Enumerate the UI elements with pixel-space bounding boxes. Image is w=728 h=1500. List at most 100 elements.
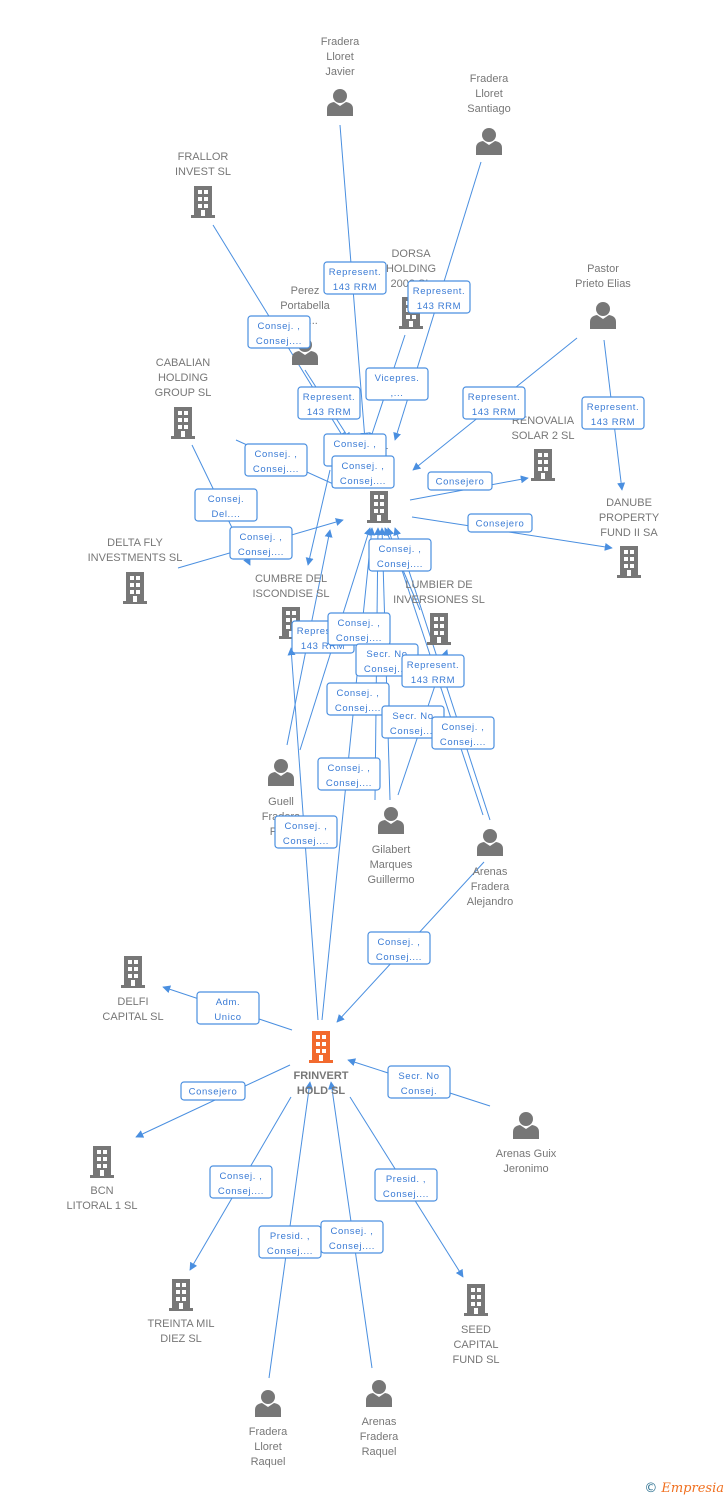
node-fradera-santiago[interactable]: Fradera Lloret Santiago xyxy=(467,73,511,155)
relationship-label[interactable]: Represent. 143 RRM xyxy=(323,261,387,295)
relationship-label[interactable]: Consej. , Consej.... xyxy=(367,931,431,965)
node-label: CAPITAL SL xyxy=(102,1011,163,1023)
relationship-label[interactable]: Consej. , Consej.... xyxy=(244,443,308,477)
relationship-label[interactable]: Consejero xyxy=(180,1081,246,1101)
node-label: ISCONDISE SL xyxy=(252,588,329,600)
relationship-label[interactable]: Consejero xyxy=(467,513,533,533)
relationship-label-text: Consej. , xyxy=(342,461,385,472)
node-label: Javier xyxy=(325,66,355,78)
relationship-label[interactable]: Consej. Del.... xyxy=(194,488,258,522)
node-arenas-guix[interactable]: Arenas Guix Jeronimo xyxy=(496,1112,557,1175)
person-icon xyxy=(477,829,503,856)
relationship-label-text: Consejero xyxy=(476,519,525,530)
node-danube[interactable]: DANUBE PROPERTY FUND II SA xyxy=(599,497,660,578)
person-icon xyxy=(268,759,294,786)
node-arenas-raquel[interactable]: Arenas Fradera Raquel xyxy=(360,1380,399,1458)
node-label: Fradera xyxy=(321,36,360,48)
relationship-label-text: Consej. , xyxy=(442,722,485,733)
relationship-label[interactable]: Consej. , Consej.... xyxy=(326,682,390,716)
relationship-label[interactable]: Consej. , Consej.... xyxy=(317,757,381,791)
relationship-label[interactable]: Consej. , Consej.... xyxy=(327,612,391,646)
node-cabalian[interactable]: CABALIAN HOLDING GROUP SL xyxy=(155,357,212,439)
node-fradera-raquel[interactable]: Fradera Lloret Raquel xyxy=(249,1390,288,1468)
relationship-label[interactable]: Consej. , Consej.... xyxy=(247,315,311,349)
relationship-label-text: Consej.... xyxy=(377,559,423,570)
node-label: SEED xyxy=(461,1324,491,1336)
node-label: Arenas xyxy=(362,1416,397,1428)
node-label: INVESTMENTS SL xyxy=(88,552,183,564)
relationship-label-text: Represent. xyxy=(407,660,459,671)
relationship-label-text: 143 RRM xyxy=(411,675,455,686)
relationship-label[interactable]: Consej. , Consej.... xyxy=(229,526,293,560)
building-icon xyxy=(169,1279,193,1311)
building-icon xyxy=(171,407,195,439)
node-delta[interactable]: DELTA FLY INVESTMENTS SL xyxy=(88,537,183,604)
relationship-label-text: Secr. No xyxy=(398,1071,439,1082)
building-icon xyxy=(367,491,391,523)
person-icon xyxy=(513,1112,539,1139)
node-label: FUND SL xyxy=(452,1354,499,1366)
relationship-label[interactable]: Represent. 143 RRM xyxy=(581,396,645,430)
relationship-label[interactable]: Consej. , Consej.... xyxy=(331,455,395,489)
relationship-label[interactable]: Adm. Unico xyxy=(196,991,260,1025)
person-icon xyxy=(590,302,616,329)
node-frinvert[interactable]: FRINVERT HOLD SL xyxy=(294,1031,349,1097)
relationship-label-text: Consej. , xyxy=(337,688,380,699)
node-arenas-alejandro[interactable]: Arenas Fradera Alejandro xyxy=(467,829,513,908)
relationship-label[interactable]: Represent. 143 RRM xyxy=(407,280,471,314)
relationship-label-text: Consejero xyxy=(436,477,485,488)
relationship-label[interactable]: Represent. 143 RRM xyxy=(462,386,526,420)
relationship-label-text: Consejero xyxy=(189,1087,238,1098)
node-seed[interactable]: SEED CAPITAL FUND SL xyxy=(452,1284,500,1366)
relationship-label-text: Consej.... xyxy=(376,952,422,963)
relationship-label-text: Consej. , xyxy=(334,439,377,450)
relationship-label[interactable]: Presid. , Consej.... xyxy=(374,1168,438,1202)
building-icon xyxy=(191,186,215,218)
node-bcn[interactable]: BCN LITORAL 1 SL xyxy=(67,1146,138,1212)
node-label: Guillermo xyxy=(367,874,414,886)
node-label: Santiago xyxy=(467,103,510,115)
building-icon xyxy=(617,546,641,578)
relationship-label[interactable]: Consej. , Consej.... xyxy=(431,716,495,750)
relationship-label[interactable]: Consej. , Consej.... xyxy=(368,538,432,572)
relationship-label[interactable]: Consej. , Consej.... xyxy=(320,1220,384,1254)
node-label: GROUP SL xyxy=(155,387,212,399)
relationship-label[interactable]: Consej. , Consej.... xyxy=(274,815,338,849)
node-label: INVEST SL xyxy=(175,166,231,178)
relationship-label[interactable]: Vicepres.,... xyxy=(365,367,429,401)
node-lumbier[interactable]: LUMBIER DE INVERSIONES SL xyxy=(393,579,485,645)
person-icon xyxy=(378,807,404,834)
node-label: DANUBE xyxy=(606,497,652,509)
node-label: CUMBRE DEL xyxy=(255,573,327,585)
building-icon xyxy=(427,613,451,645)
relationship-label[interactable]: Represent. 143 RRM xyxy=(297,386,361,420)
node-label: FRALLOR xyxy=(178,151,229,163)
node-gilabert[interactable]: Gilabert Marques Guillermo xyxy=(367,807,415,886)
relationship-label-text: Consej.... xyxy=(238,547,284,558)
relationship-label[interactable]: Presid. , Consej.... xyxy=(258,1225,322,1259)
relationship-label[interactable]: Represent. 143 RRM xyxy=(401,654,465,688)
relationship-label[interactable]: Consej. , Consej.... xyxy=(209,1165,273,1199)
relationship-label-text: 143 RRM xyxy=(472,407,516,418)
node-label: Marques xyxy=(370,859,413,871)
empresia-logo[interactable]: © Empresia xyxy=(644,1481,724,1496)
relationship-label[interactable]: Secr. No Consej. xyxy=(387,1065,451,1099)
node-label: Arenas Guix xyxy=(496,1148,557,1160)
relationship-label-text: Consej. , xyxy=(285,821,328,832)
node-label: HOLDING xyxy=(158,372,208,384)
node-label: Alejandro xyxy=(467,896,513,908)
relationship-label-text: 143 RRM xyxy=(591,417,635,428)
node-renovalia[interactable]: RENOVALIASOLAR 2 SL xyxy=(512,415,575,481)
relationship-label-text: Consej. , xyxy=(220,1171,263,1182)
node-delfi[interactable]: DELFI CAPITAL SL xyxy=(102,956,164,1023)
relationship-label-text: Represent. xyxy=(413,286,465,297)
relationship-label-text: Presid. , xyxy=(270,1231,310,1242)
node-treinta[interactable]: TREINTA MIL DIEZ SL xyxy=(147,1279,215,1345)
node-label: FUND II SA xyxy=(600,527,658,539)
node-fradera-javier[interactable]: Fradera Lloret Javier xyxy=(321,36,360,116)
node-pastor[interactable]: Pastor Prieto Elias xyxy=(575,263,631,329)
node-frallor[interactable]: FRALLOR INVEST SL xyxy=(175,151,231,218)
relationship-label[interactable]: Consejero xyxy=(427,471,493,491)
relationship-label-text: Consej.... xyxy=(218,1186,264,1197)
building-icon xyxy=(309,1031,333,1063)
